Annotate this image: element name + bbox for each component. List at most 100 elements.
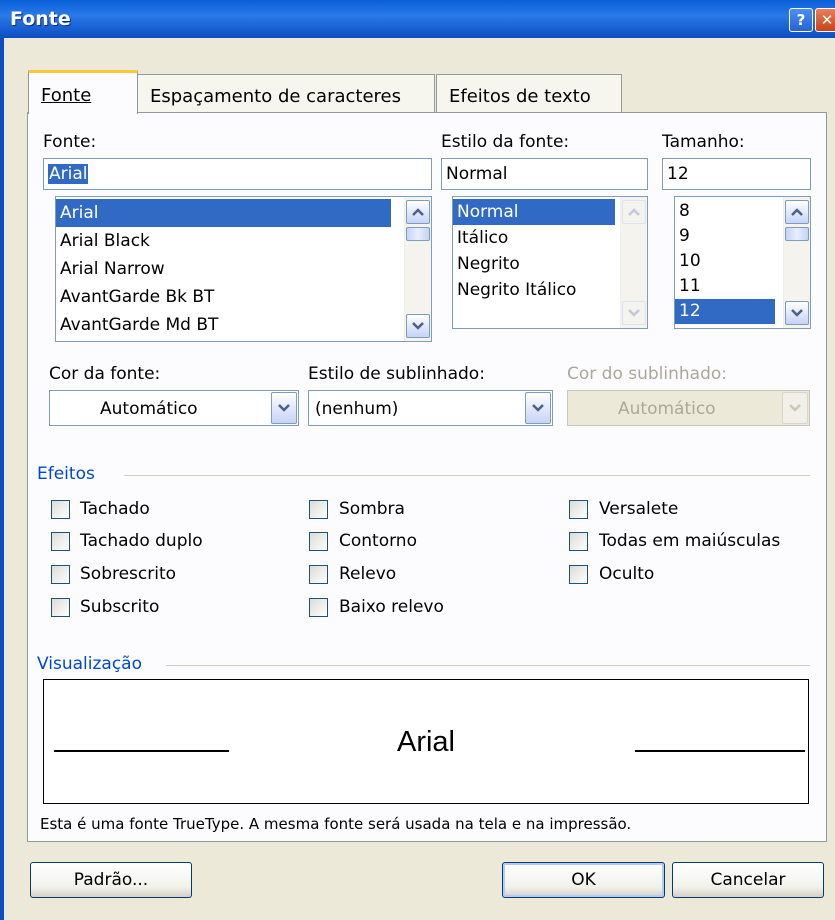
underline-style-select[interactable]: (nenhum) [308, 390, 553, 426]
font-list-scrollbar[interactable] [404, 197, 431, 341]
relevo-checkbox[interactable] [309, 565, 328, 584]
chevron-up-icon [628, 208, 640, 216]
font-color-label: Cor da fonte: [49, 364, 161, 384]
size-list-item[interactable]: 11 [675, 274, 775, 299]
underline-color-select: Automático [567, 390, 810, 426]
size-input[interactable]: 12 [662, 158, 811, 190]
tachado-label[interactable]: Tachado [80, 499, 150, 519]
font-listbox[interactable]: Arial Arial Black Arial Narrow AvantGard… [55, 196, 432, 342]
group-divider [124, 475, 810, 476]
baixo-relevo-checkbox[interactable] [309, 598, 328, 617]
cancel-button[interactable]: Cancelar [672, 862, 824, 898]
close-button[interactable]: ✕ [815, 8, 835, 32]
default-button[interactable]: Padrão... [30, 862, 192, 898]
contorno-checkbox[interactable] [309, 532, 328, 551]
chevron-up-icon [791, 208, 803, 216]
versalete-label[interactable]: Versalete [599, 499, 678, 519]
font-list-item[interactable]: Arial [56, 199, 391, 227]
scroll-down-button[interactable] [785, 301, 809, 325]
todas-maiusculas-label[interactable]: Todas em maiúsculas [599, 531, 780, 551]
todas-maiusculas-checkbox[interactable] [569, 532, 588, 551]
underline-color-value: Automático [618, 399, 716, 419]
scroll-down-button [622, 301, 646, 325]
font-color-value: Automático [100, 399, 198, 419]
tab-fonte[interactable]: Fonte [28, 70, 138, 114]
scroll-up-button[interactable] [406, 200, 430, 224]
scroll-up-button [622, 200, 646, 224]
size-list-item[interactable]: 10 [675, 249, 775, 274]
tab-label: Efeitos de texto [449, 86, 591, 107]
tab-efeitos-de-texto[interactable]: Efeitos de texto [436, 74, 622, 112]
style-list-scrollbar[interactable] [620, 197, 647, 328]
help-button[interactable]: ? [789, 8, 813, 32]
scroll-thumb[interactable] [785, 227, 809, 241]
style-label: Estilo da fonte: [441, 132, 570, 152]
subscrito-checkbox[interactable] [51, 598, 70, 617]
size-list-item[interactable]: 12 [675, 299, 775, 324]
ok-button[interactable]: OK [502, 862, 665, 898]
style-list-item[interactable]: Normal [453, 199, 615, 225]
underline-color-label: Cor do sublinhado: [567, 364, 728, 384]
preview-group-title: Visualização [37, 654, 142, 674]
title-bar[interactable] [0, 0, 835, 38]
tab-label: Fonte [41, 85, 92, 106]
underline-style-label: Estilo de sublinhado: [308, 364, 485, 384]
size-label: Tamanho: [662, 132, 745, 152]
baixo-relevo-label[interactable]: Baixo relevo [339, 597, 444, 617]
style-listbox[interactable]: Normal Itálico Negrito Negrito Itálico [452, 196, 648, 329]
chevron-down-icon [412, 322, 424, 330]
style-list-item[interactable]: Negrito Itálico [453, 277, 615, 303]
preview-note: Esta é uma fonte TrueType. A mesma fonte… [40, 815, 632, 833]
oculto-label[interactable]: Oculto [599, 564, 654, 584]
size-list-scrollbar[interactable] [783, 197, 810, 328]
size-listbox[interactable]: 8 9 10 11 12 [674, 196, 811, 329]
chevron-down-icon [791, 309, 803, 317]
font-color-select[interactable]: Automático [49, 390, 299, 426]
preview-box: Arial [43, 679, 809, 804]
style-list-item[interactable]: Negrito [453, 251, 615, 277]
tachado-checkbox[interactable] [51, 500, 70, 519]
tachado-duplo-label[interactable]: Tachado duplo [80, 531, 203, 551]
dropdown-button [782, 392, 808, 424]
chevron-down-icon [278, 404, 290, 412]
preview-sample-text: Arial [396, 726, 455, 758]
subscrito-label[interactable]: Subscrito [80, 597, 159, 617]
tachado-duplo-checkbox[interactable] [51, 532, 70, 551]
effects-group-title: Efeitos [37, 464, 95, 484]
tab-espacamento[interactable]: Espaçamento de caracteres [137, 74, 435, 112]
relevo-label[interactable]: Relevo [339, 564, 396, 584]
font-list-item[interactable]: Arial Narrow [56, 255, 391, 283]
tab-label: Espaçamento de caracteres [150, 86, 402, 107]
size-list-item[interactable]: 9 [675, 224, 775, 249]
versalete-checkbox[interactable] [569, 500, 588, 519]
font-list-item[interactable]: Arial Black [56, 227, 391, 255]
font-list-item[interactable]: AvantGarde Md BT [56, 311, 391, 339]
sombra-label[interactable]: Sombra [339, 499, 405, 519]
style-list-item[interactable]: Itálico [453, 225, 615, 251]
size-list-item[interactable]: 8 [675, 199, 775, 224]
font-input-value: Arial [48, 164, 89, 184]
underline-style-value: (nenhum) [315, 399, 399, 419]
chevron-down-icon [532, 404, 544, 412]
window-title: Fonte [10, 8, 71, 30]
sobrescrito-label[interactable]: Sobrescrito [80, 564, 176, 584]
scroll-thumb[interactable] [406, 227, 430, 241]
style-input[interactable]: Normal [441, 158, 648, 190]
oculto-checkbox[interactable] [569, 565, 588, 584]
dropdown-button[interactable] [525, 392, 551, 424]
chevron-up-icon [412, 208, 424, 216]
font-input[interactable]: Arial [43, 158, 432, 190]
font-list-item[interactable]: AvantGarde Bk BT [56, 283, 391, 311]
window-border [0, 38, 4, 920]
scroll-down-button[interactable] [406, 314, 430, 338]
dropdown-button[interactable] [271, 392, 297, 424]
chevron-down-icon [628, 309, 640, 317]
group-divider [166, 665, 810, 666]
preview-line-right [635, 750, 805, 752]
sombra-checkbox[interactable] [309, 500, 328, 519]
chevron-down-icon [789, 404, 801, 412]
contorno-label[interactable]: Contorno [339, 531, 417, 551]
scroll-up-button[interactable] [785, 200, 809, 224]
font-label: Fonte: [43, 132, 97, 152]
sobrescrito-checkbox[interactable] [51, 565, 70, 584]
